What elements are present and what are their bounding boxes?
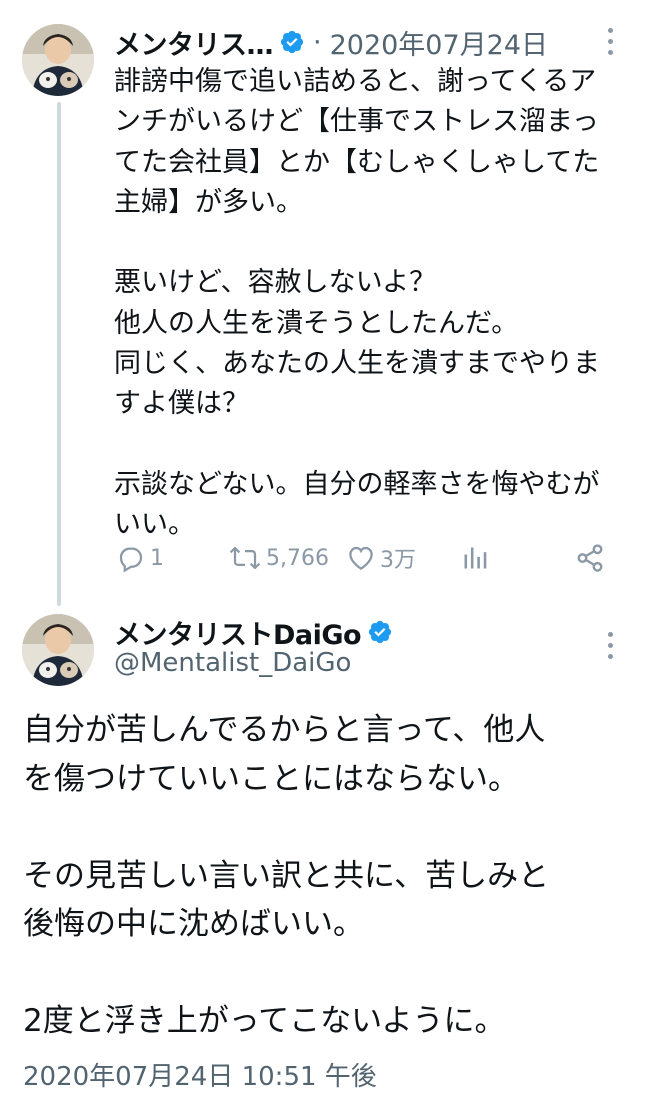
retweet-count: 5,766 [266,545,329,571]
reply-icon [119,547,143,573]
text-line: ンチがいるけど【仕事でストレス溜まっ [114,106,599,138]
share-icon [577,544,603,572]
header-separator: · [313,26,322,58]
text-line: 主婦】が多い。 [114,186,303,218]
text-line: 自分が苦しんでるからと言って、他人 [23,712,546,748]
share-button[interactable] [575,538,605,578]
text-line: 示談などない。自分の軽率さを悔やむが [114,468,600,500]
thread-connector-line [57,102,61,606]
verified-badge-icon [369,620,392,644]
analytics-icon [464,547,487,569]
tweet-paragraph: 誹謗中傷で追い詰めると、謝ってくるア ンチがいるけど【仕事でストレス溜まっ てた… [114,62,624,223]
main-tweet-text: 自分が苦しんでるからと言って、他人 を傷つけていいことにはならない。 その見苦し… [23,706,623,1046]
more-options-icon[interactable] [604,28,616,56]
tweet-paragraph: 自分が苦しんでるからと言って、他人 を傷つけていいことにはならない。 [23,706,623,803]
heart-icon [349,546,373,570]
text-line: 後悔の中に沈めばいい。 [23,906,364,942]
author-avatar[interactable] [22,614,94,686]
author-avatar[interactable] [22,24,94,96]
reply-button[interactable]: 1 [116,538,164,578]
tweet-date[interactable]: 2020年07月24日 [330,23,548,62]
text-line: 2度と浮き上がってこないように。 [23,1003,506,1039]
text-line: 誹謗中傷で追い詰めると、謝ってくるア [114,66,597,97]
reply-tweet-header: メンタリス… · 2020年07月24日 [114,22,548,62]
retweet-button[interactable]: 5,766 [228,538,329,578]
more-options-icon[interactable] [604,632,616,660]
tweet-paragraph: 悪いけど、容赦しないよ？ 他人の人生を潰そうとしたんだ。 同じく、あなたの人生を… [114,263,624,424]
author-handle[interactable]: @Mentalist_DaiGo [114,648,351,678]
tweet-paragraph: その見苦しい言い訳と共に、苦しみと 後悔の中に沈めばいい。 [23,852,623,949]
text-line: 他人の人生を潰そうとしたんだ。 [114,307,519,339]
retweet-icon [229,546,261,570]
text-line: を傷つけていいことにはならない。 [23,760,519,797]
author-name[interactable]: メンタリス… [114,23,274,62]
reply-count: 1 [150,545,164,571]
text-line: すよ僕は？ [114,388,249,420]
like-count: 3万 [380,548,416,573]
reply-tweet-text: 誹謗中傷で追い詰めると、謝ってくるア ンチがいるけど【仕事でストレス溜まっ てた… [114,62,624,546]
like-button[interactable]: 3万 [346,538,416,578]
tweet-timestamp[interactable]: 2020年07月24日 10:51 午後 [23,1056,377,1093]
tweet-paragraph: 2度と浮き上がってこないように。 [23,997,623,1046]
author-name[interactable]: メンタリストDaiGo [114,613,362,652]
verified-badge-icon [280,30,304,54]
text-line: その見苦しい言い訳と共に、苦しみと [23,857,550,894]
views-button[interactable] [461,538,489,578]
tweet-paragraph: 示談などない。自分の軽率さを悔やむが いい。 [114,465,624,546]
main-tweet-header: メンタリストDaiGo [114,612,393,652]
text-line: てた会社員】とか【むしゃくしゃしてた [114,146,600,178]
text-line: 同じく、あなたの人生を潰すまでやりま [114,348,600,380]
text-line: 悪いけど、容赦しないよ？ [114,267,437,299]
